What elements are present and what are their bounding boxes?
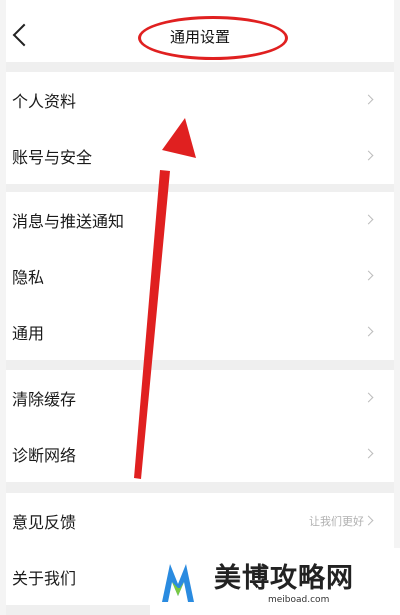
watermark-brand: 美博攻略网	[214, 563, 354, 594]
settings-item-profile[interactable]: 个人资料	[6, 72, 394, 128]
settings-item-label: 账号与安全	[12, 148, 93, 167]
title-highlight-ellipse	[138, 16, 288, 60]
watermark-logo-icon	[162, 564, 194, 602]
settings-item-label: 隐私	[12, 268, 45, 287]
settings-item-hint: 让我们更好	[309, 515, 364, 528]
chevron-right-icon	[363, 214, 374, 225]
settings-group-account: 个人资料 账号与安全	[6, 72, 394, 184]
settings-item-label: 关于我们	[12, 569, 77, 588]
settings-item-label: 通用	[12, 324, 45, 343]
header: 通用设置	[6, 0, 394, 62]
settings-item-label: 个人资料	[12, 92, 77, 111]
settings-group-general: 消息与推送通知 隐私 通用	[6, 192, 394, 360]
settings-item-label: 清除缓存	[12, 390, 77, 409]
settings-item-label: 消息与推送通知	[12, 212, 125, 231]
settings-item-network-diagnosis[interactable]: 诊断网络	[6, 426, 394, 482]
settings-item-label: 意见反馈	[12, 513, 77, 532]
settings-item-feedback[interactable]: 意见反馈 让我们更好	[6, 493, 394, 549]
watermark-url: meiboad.com	[268, 595, 330, 605]
chevron-right-icon	[363, 515, 374, 526]
settings-item-notifications[interactable]: 消息与推送通知	[6, 192, 394, 248]
chevron-right-icon	[363, 326, 374, 337]
settings-group-maintenance: 清除缓存 诊断网络	[6, 370, 394, 482]
settings-item-clear-cache[interactable]: 清除缓存	[6, 370, 394, 426]
chevron-right-icon	[363, 94, 374, 105]
settings-item-label: 诊断网络	[12, 446, 77, 465]
settings-item-account-security[interactable]: 账号与安全	[6, 128, 394, 184]
settings-item-privacy[interactable]: 隐私	[6, 248, 394, 304]
settings-item-general[interactable]: 通用	[6, 304, 394, 360]
chevron-right-icon	[363, 270, 374, 281]
chevron-right-icon	[363, 392, 374, 403]
watermark: 美博攻略网 meiboad.com	[150, 548, 400, 615]
chevron-right-icon	[363, 150, 374, 161]
chevron-right-icon	[363, 448, 374, 459]
settings-screen: 通用设置 个人资料 账号与安全 消息与推送通知 隐私 通用 清除缓存 诊断网络 …	[6, 0, 394, 615]
